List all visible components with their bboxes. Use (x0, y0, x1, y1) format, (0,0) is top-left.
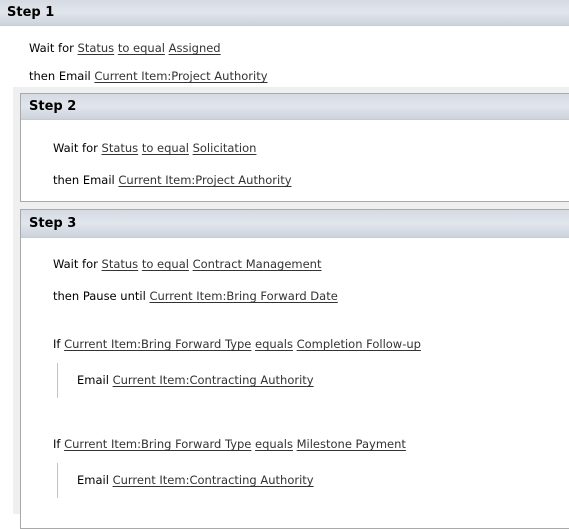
step-1-wait-action: Wait for Status to equal Assigned (29, 40, 221, 56)
field-link[interactable]: Status (102, 141, 139, 155)
step-3-wait-action: Wait for Status to equal Contract Manage… (53, 256, 321, 272)
operator-link[interactable]: equals (255, 437, 293, 451)
operator-link[interactable]: to equal (118, 41, 165, 55)
step-1-email-action: then Email Current Item:Project Authorit… (29, 68, 268, 84)
action-text: then Email (53, 173, 115, 187)
value-link[interactable]: Solicitation (193, 141, 257, 155)
condition-2-email-action: Email Current Item:Contracting Authority (77, 472, 314, 488)
operator-link[interactable]: equals (255, 337, 293, 351)
operator-link[interactable]: to equal (142, 257, 189, 271)
step-3-pause-action: then Pause until Current Item:Bring Forw… (53, 288, 338, 304)
condition-1: If Current Item:Bring Forward Type equal… (53, 336, 421, 352)
value-link[interactable]: Completion Follow-up (297, 337, 421, 351)
field-link[interactable]: Current Item:Bring Forward Type (64, 337, 251, 351)
action-text: Wait for (29, 41, 74, 55)
operator-link[interactable]: to equal (142, 141, 189, 155)
step-2-email-action: then Email Current Item:Project Authorit… (53, 172, 292, 188)
value-link[interactable]: Contract Management (193, 257, 322, 271)
indent-bar (57, 463, 58, 498)
action-text: then Email (29, 69, 91, 83)
action-text: Wait for (53, 141, 98, 155)
step-2-header: Step 2 (21, 94, 569, 120)
action-text: then Pause until (53, 289, 146, 303)
condition-2: If Current Item:Bring Forward Type equal… (53, 436, 406, 452)
step-1-panel: Step 1 Wait for Status to equal Assigned… (0, 0, 569, 87)
action-text: Email (77, 473, 109, 487)
value-link[interactable]: Milestone Payment (297, 437, 406, 451)
recipient-link[interactable]: Current Item:Contracting Authority (113, 373, 314, 387)
recipient-link[interactable]: Current Item:Contracting Authority (113, 473, 314, 487)
step-3-header: Step 3 (21, 210, 569, 238)
recipient-link[interactable]: Current Item:Project Authority (118, 173, 291, 187)
step-2-panel: Step 2 Wait for Status to equal Solicita… (20, 93, 569, 202)
action-text: Email (77, 373, 109, 387)
if-text: If (53, 337, 61, 351)
recipient-link[interactable]: Current Item:Project Authority (94, 69, 267, 83)
action-text: Wait for (53, 257, 98, 271)
indent-bar (57, 363, 58, 398)
condition-1-email-action: Email Current Item:Contracting Authority (77, 372, 314, 388)
step-3-panel: Step 3 Wait for Status to equal Contract… (20, 209, 569, 529)
field-link[interactable]: Status (78, 41, 115, 55)
if-text: If (53, 437, 61, 451)
step-1-header: Step 1 (0, 0, 569, 26)
field-link[interactable]: Status (102, 257, 139, 271)
date-link[interactable]: Current Item:Bring Forward Date (149, 289, 337, 303)
step-2-wait-action: Wait for Status to equal Solicitation (53, 140, 256, 156)
value-link[interactable]: Assigned (169, 41, 221, 55)
field-link[interactable]: Current Item:Bring Forward Type (64, 437, 251, 451)
